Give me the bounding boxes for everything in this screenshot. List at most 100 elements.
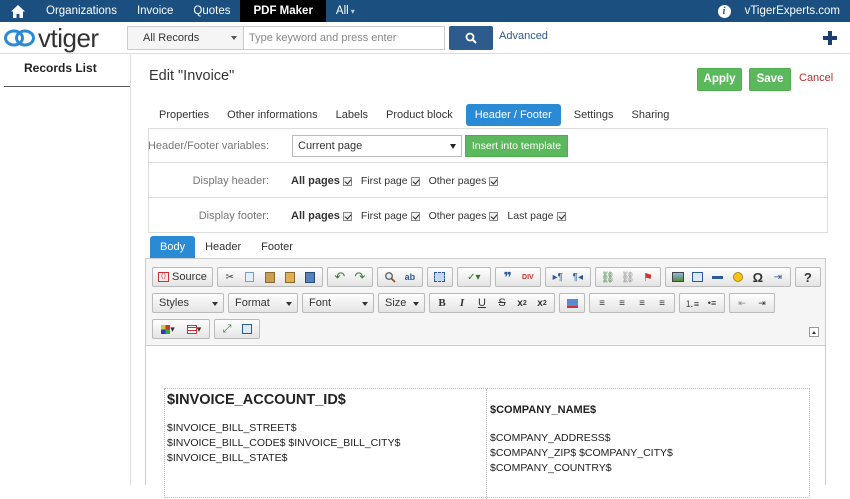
align-center-icon[interactable]: ≡ [612,294,632,312]
unlink-icon[interactable]: ⛓ [618,268,638,286]
vtiger-logo[interactable]: vtiger [4,25,99,51]
header-first-page[interactable]: First page [361,175,420,187]
footer-first-page[interactable]: First page [361,210,420,222]
header-all-pages[interactable]: All pages [291,175,352,187]
invoice-account-id-var: $INVOICE_ACCOUNT_ID$ [167,392,346,408]
paste-icon[interactable] [260,268,280,286]
tab-labels[interactable]: Labels [327,104,377,126]
user-menu[interactable]: vTigerExperts.com [745,5,840,17]
page-break-icon[interactable]: ⇥ [768,268,788,286]
table-grid-icon[interactable]: ▾ [181,320,207,338]
footer-other-pages[interactable]: Other pages [429,210,499,222]
blockquote-icon[interactable]: ❞ [498,268,518,286]
indent-icon[interactable]: ⇥ [752,294,772,312]
tab-properties[interactable]: Properties [150,104,218,126]
subscript-icon[interactable]: x2 [512,294,532,312]
format-combo[interactable]: Format [228,293,298,313]
source-button[interactable]: ⟨⟩ Source [155,271,210,283]
italic-icon[interactable]: I [452,294,472,312]
footer-first-page-checkbox[interactable] [410,211,420,221]
text-color-icon[interactable]: ▾ [155,320,181,338]
numbered-list-icon[interactable]: ⒈≡ [682,294,702,312]
editor-content[interactable]: $INVOICE_ACCOUNT_ID$ $INVOICE_BILL_STREE… [146,345,825,499]
template-cell-right[interactable]: $COMPANY_NAME$ $COMPANY_ADDRESS$ $COMPAN… [488,389,810,499]
styles-combo[interactable]: Styles [152,293,224,313]
undo-icon[interactable]: ↶ [330,268,350,286]
superscript-icon[interactable]: x2 [532,294,552,312]
subtab-footer[interactable]: Footer [251,236,303,258]
records-list-link[interactable]: Records List [4,55,130,87]
insert-into-template-button[interactable]: Insert into template [465,135,568,157]
tab-product-block[interactable]: Product block [377,104,462,126]
redo-icon[interactable]: ↷ [350,268,370,286]
caret-down-icon [231,36,237,40]
find-icon[interactable] [380,268,400,286]
horizontal-line-icon[interactable] [708,268,728,286]
align-justify-icon[interactable]: ≡ [652,294,672,312]
outdent-icon[interactable]: ⇤ [732,294,752,312]
subtab-body[interactable]: Body [150,236,196,258]
home-icon[interactable] [0,0,36,22]
replace-icon[interactable]: ab [400,268,420,286]
show-blocks-icon[interactable] [237,320,257,338]
view-group: ⤢ [214,319,260,339]
save-button[interactable]: Save [749,68,791,91]
table-icon[interactable] [688,268,708,286]
footer-all-pages-checkbox[interactable] [342,211,352,221]
rtl-icon[interactable]: ¶◂ [568,268,588,286]
search-button[interactable] [449,26,493,50]
template-cell-left[interactable]: $INVOICE_ACCOUNT_ID$ $INVOICE_BILL_STREE… [165,389,487,499]
bulleted-list-icon[interactable]: •≡ [702,294,722,312]
variables-select[interactable]: Current page [292,135,462,157]
tab-sharing[interactable]: Sharing [623,104,679,126]
apply-button[interactable]: Apply [697,68,742,91]
nav-pdf-maker[interactable]: PDF Maker [240,0,326,22]
tab-settings[interactable]: Settings [565,104,623,126]
font-combo[interactable]: Font [302,293,374,313]
cut-icon[interactable]: ✂ [220,268,240,286]
info-icon[interactable]: i [717,4,731,18]
anchor-icon[interactable]: ⚑ [638,268,658,286]
header-other-pages[interactable]: Other pages [429,175,499,187]
help-icon[interactable]: ? [798,268,818,286]
select-all-icon[interactable] [430,268,450,286]
footer-all-pages[interactable]: All pages [291,210,352,222]
paste-word-icon[interactable] [300,268,320,286]
plus-icon[interactable] [822,30,838,46]
header-all-pages-checkbox[interactable] [342,176,352,186]
search-input[interactable]: Type keyword and press enter [244,26,445,50]
align-right-icon[interactable]: ≡ [632,294,652,312]
strikethrough-icon[interactable]: S [492,294,512,312]
maximize-icon[interactable]: ⤢ [217,320,237,338]
create-div-icon[interactable]: DIV [518,268,538,286]
paste-text-icon[interactable] [280,268,300,286]
nav-quotes[interactable]: Quotes [183,0,240,22]
bold-icon[interactable]: B [432,294,452,312]
advanced-search-link[interactable]: Advanced [499,30,548,42]
size-combo[interactable]: Size [378,293,425,313]
header-first-page-checkbox[interactable] [410,176,420,186]
remove-format-icon[interactable] [562,294,582,312]
footer-last-page-checkbox[interactable] [556,211,566,221]
align-left-icon[interactable]: ≡ [592,294,612,312]
nav-invoice[interactable]: Invoice [127,0,183,22]
ltr-icon[interactable]: ▸¶ [548,268,568,286]
underline-icon[interactable]: U [472,294,492,312]
tab-other-informations[interactable]: Other informations [218,104,326,126]
nav-organizations[interactable]: Organizations [36,0,127,22]
tab-header-footer[interactable]: Header / Footer [465,104,561,126]
image-icon[interactable] [668,268,688,286]
collapse-toolbar-icon[interactable] [809,327,819,337]
special-char-icon[interactable]: Ω [748,268,768,286]
header-other-pages-checkbox[interactable] [489,176,499,186]
cancel-link[interactable]: Cancel [799,72,833,84]
subtab-header[interactable]: Header [195,236,251,258]
spellcheck-icon[interactable]: ✓▾ [460,268,488,286]
nav-all-menu[interactable]: All ▾ [326,0,365,22]
records-filter-select[interactable]: All Records [127,26,244,50]
footer-last-page[interactable]: Last page [507,210,566,222]
link-icon[interactable]: ⛓ [598,268,618,286]
copy-icon[interactable] [240,268,260,286]
smiley-icon[interactable] [728,268,748,286]
footer-other-pages-checkbox[interactable] [489,211,499,221]
